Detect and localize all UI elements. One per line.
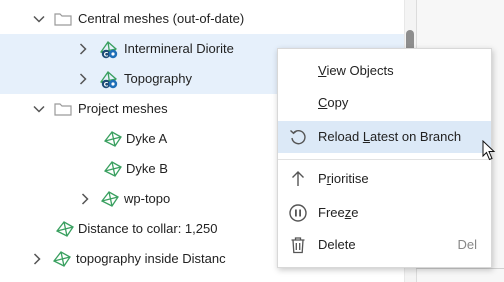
- mouse-cursor-icon: [482, 139, 498, 162]
- central-mesh-icon: C: [98, 39, 118, 59]
- tree-row-central-meshes[interactable]: Central meshes (out-of-date): [0, 4, 404, 34]
- tree-row-label: Central meshes (out-of-date): [78, 11, 245, 26]
- folder-icon: [53, 99, 73, 119]
- folder-icon: [53, 9, 73, 29]
- label-text: P: [318, 171, 327, 186]
- pause-circle-icon: [288, 203, 308, 223]
- mesh-icon: [103, 159, 123, 179]
- menu-item-view-objects[interactable]: View Objects: [278, 55, 491, 87]
- panel-separator: [416, 268, 504, 269]
- label-text: e: [351, 205, 359, 220]
- tree-row-label: wp-topo: [124, 191, 171, 206]
- menu-item-label: Delete: [318, 237, 356, 252]
- chevron-down-icon[interactable]: [32, 102, 46, 116]
- mnemonic-letter: L: [362, 129, 371, 144]
- menu-item-shortcut: Del: [457, 237, 477, 252]
- chevron-right-icon[interactable]: [76, 42, 90, 56]
- label-text: ioritise: [331, 171, 369, 186]
- label-text: iew Objects: [326, 63, 394, 78]
- context-menu: View Objects Copy Reload Latest on Branc…: [277, 48, 492, 268]
- menu-item-label: Prioritise: [318, 163, 369, 195]
- label-text: Reload: [318, 129, 363, 144]
- tree-row-label: Topography: [124, 71, 192, 86]
- mesh-icon: [55, 219, 75, 239]
- reload-icon: [288, 127, 308, 147]
- mesh-icon: [52, 249, 72, 269]
- label-text: opy: [327, 95, 349, 110]
- menu-item-label: Freeze: [318, 197, 358, 229]
- mesh-icon: [103, 129, 123, 149]
- mesh-icon: [100, 189, 120, 209]
- label-text: atest on Branch: [370, 129, 462, 144]
- menu-item-prioritise[interactable]: Prioritise: [278, 163, 491, 195]
- tree-row-label: Dyke B: [126, 161, 168, 176]
- trash-icon: [288, 235, 308, 255]
- menu-item-label: Copy: [318, 87, 348, 119]
- tree-row-label: topography inside Distanc: [76, 251, 226, 266]
- menu-item-reload-latest-on-branch[interactable]: Reload Latest on Branch: [278, 121, 491, 153]
- menu-item-label: Reload Latest on Branch: [318, 121, 461, 153]
- chevron-right-icon[interactable]: [78, 192, 92, 206]
- menu-item-delete[interactable]: Delete Del: [278, 229, 491, 261]
- arrow-up-icon: [288, 169, 308, 189]
- label-text: Free: [318, 205, 345, 220]
- tree-row-label: Project meshes: [78, 101, 168, 116]
- menu-item-copy[interactable]: Copy: [278, 87, 491, 119]
- svg-text:C: C: [104, 81, 109, 89]
- chevron-right-icon[interactable]: [30, 252, 44, 266]
- tree-row-label: Dyke A: [126, 131, 168, 146]
- mnemonic-letter: C: [318, 95, 328, 110]
- chevron-down-icon[interactable]: [32, 12, 46, 26]
- central-mesh-icon: C: [98, 69, 118, 89]
- svg-text:C: C: [104, 51, 109, 59]
- tree-row-label: Distance to collar: 1,250: [78, 221, 218, 236]
- tree-row-label: Intermineral Diorite: [124, 41, 234, 56]
- chevron-right-icon[interactable]: [76, 72, 90, 86]
- menu-item-label: View Objects: [318, 55, 394, 87]
- menu-separator: [278, 159, 491, 160]
- menu-item-freeze[interactable]: Freeze: [278, 197, 491, 229]
